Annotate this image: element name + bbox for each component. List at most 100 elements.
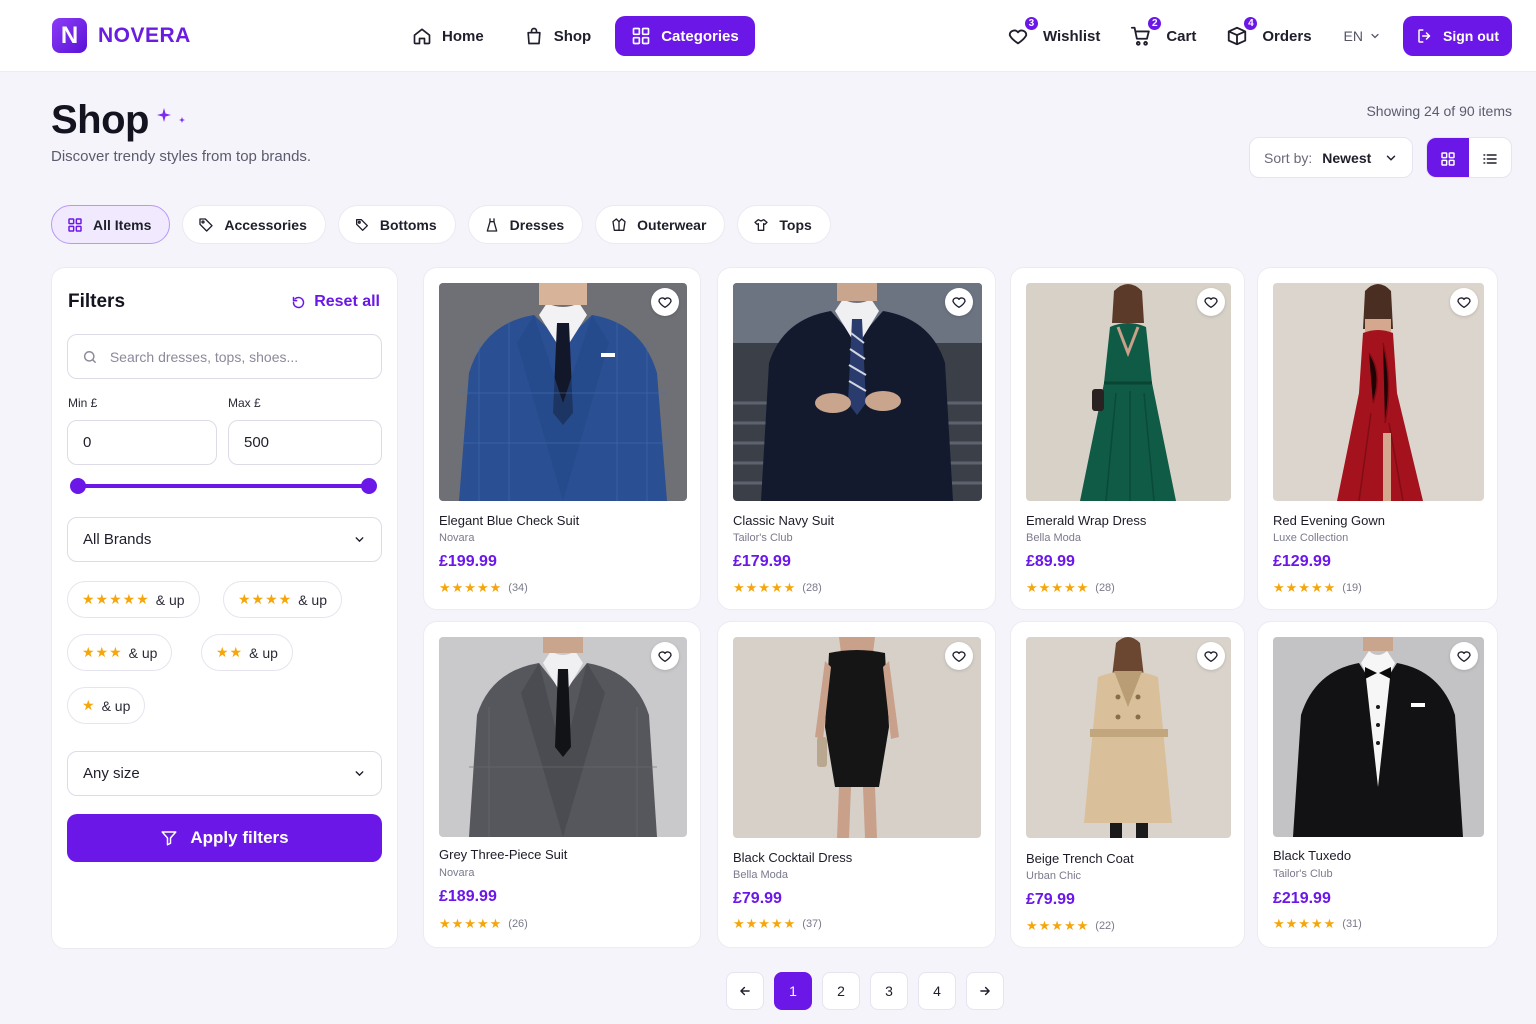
product-card[interactable]: Red Evening Gown Luxe Collection £129.99… — [1257, 267, 1498, 610]
heart-icon — [658, 297, 672, 308]
rating-stars: ★★★★ — [238, 591, 293, 607]
max-price-label: Max £ — [228, 396, 261, 410]
cart-count-badge: 2 — [1146, 15, 1164, 32]
product-rating: ★★★★★ (28) — [733, 580, 822, 596]
rating-filter-4[interactable]: ★★★★ & up — [223, 581, 343, 618]
max-price-input[interactable] — [228, 420, 382, 465]
category-dresses[interactable]: Dresses — [467, 205, 584, 244]
reset-all-button[interactable]: Reset all — [291, 293, 380, 311]
apply-filters-label: Apply filters — [190, 828, 289, 847]
product-card[interactable]: Black Tuxedo Tailor's Club £219.99 ★★★★★… — [1257, 621, 1498, 948]
product-card[interactable]: Beige Trench Coat Urban Chic £79.99 ★★★★… — [1010, 621, 1245, 948]
product-card[interactable]: Black Cocktail Dress Bella Moda £79.99 ★… — [717, 621, 996, 948]
product-rating: ★★★★★ (28) — [1026, 580, 1115, 596]
user-nav: 3 Wishlist 2 Cart 4 Orders EN Sign out — [997, 15, 1512, 56]
product-card[interactable]: Grey Three-Piece Suit Novara £189.99 ★★★… — [423, 621, 701, 948]
nav-categories[interactable]: Categories — [615, 16, 755, 56]
product-rating: ★★★★★ (19) — [1273, 580, 1362, 596]
category-all-items[interactable]: All Items — [51, 205, 171, 244]
nav-home[interactable]: Home — [396, 16, 500, 56]
rating-label: & up — [128, 644, 158, 661]
product-card[interactable]: Emerald Wrap Dress Bella Moda £89.99 ★★★… — [1010, 267, 1245, 610]
filter-icon — [161, 831, 177, 846]
heart-icon — [1457, 297, 1471, 308]
rating-stars: ★★★★★ — [82, 591, 150, 607]
nav-shop[interactable]: Shop — [508, 16, 608, 56]
product-rating: ★★★★★ (22) — [1026, 918, 1115, 934]
category-label: Accessories — [224, 216, 307, 233]
filters-title: Filters — [68, 291, 126, 312]
heart-icon — [1204, 651, 1218, 662]
red-gown-image — [1273, 283, 1484, 501]
page-button-2[interactable]: 2 — [822, 972, 860, 1010]
price-range-min-thumb[interactable] — [70, 478, 86, 494]
price-range-max-thumb[interactable] — [361, 478, 377, 494]
page-button-4[interactable]: 4 — [918, 972, 956, 1010]
home-icon — [413, 28, 431, 45]
dress-icon — [486, 217, 497, 232]
rating-label: & up — [249, 644, 278, 661]
page-button-3[interactable]: 3 — [870, 972, 908, 1010]
category-accessories[interactable]: Accessories — [182, 205, 326, 244]
apply-filters-button[interactable]: Apply filters — [67, 814, 382, 862]
rating-filter-1[interactable]: ★ & up — [67, 687, 146, 724]
product-card[interactable]: Elegant Blue Check Suit Novara £199.99 ★… — [423, 267, 701, 610]
tag-outline-icon — [355, 218, 368, 231]
orders-link[interactable]: 4 Orders — [1216, 15, 1321, 56]
previous-page-button[interactable] — [726, 972, 764, 1010]
wishlist-toggle[interactable] — [1197, 642, 1225, 670]
tag-icon — [199, 217, 214, 232]
product-card[interactable]: Classic Navy Suit Tailor's Club £179.99 … — [717, 267, 996, 610]
wishlist-toggle[interactable] — [945, 642, 973, 670]
product-price: £179.99 — [733, 553, 791, 570]
wishlist-label: Wishlist — [1042, 27, 1101, 45]
wishlist-toggle[interactable] — [1197, 288, 1225, 316]
review-count: (26) — [508, 918, 528, 930]
heart-icon — [658, 651, 672, 662]
wishlist-toggle[interactable] — [1450, 288, 1478, 316]
category-bottoms[interactable]: Bottoms — [337, 205, 456, 244]
brand-select[interactable]: All Brands — [67, 517, 382, 562]
next-page-button[interactable] — [966, 972, 1004, 1010]
rating-filter-2[interactable]: ★★ & up — [201, 634, 293, 671]
review-count: (28) — [802, 582, 822, 594]
product-name: Grey Three-Piece Suit — [439, 847, 568, 862]
language-selector[interactable]: EN — [1332, 28, 1393, 44]
wishlist-toggle[interactable] — [1450, 642, 1478, 670]
wishlist-link[interactable]: 3 Wishlist — [997, 15, 1110, 56]
sort-dropdown[interactable]: Sort by: Newest — [1249, 137, 1413, 178]
rating-stars: ★★★★★ — [1273, 580, 1337, 595]
rating-filter-5[interactable]: ★★★★★ & up — [67, 581, 200, 618]
cart-link[interactable]: 2 Cart — [1120, 15, 1206, 56]
rating-filter-3[interactable]: ★★★ & up — [67, 634, 173, 671]
list-view-button[interactable] — [1469, 138, 1511, 177]
search-input[interactable] — [109, 348, 367, 365]
rating-stars: ★★★★★ — [733, 916, 797, 931]
rating-stars: ★★★★★ — [733, 580, 797, 595]
grid-view-button[interactable] — [1427, 138, 1469, 177]
category-outerwear[interactable]: Outerwear — [595, 205, 726, 244]
review-count: (34) — [508, 582, 528, 594]
reset-icon — [292, 296, 305, 308]
wishlist-toggle[interactable] — [651, 288, 679, 316]
rating-stars: ★ — [82, 697, 96, 713]
page-button-1[interactable]: 1 — [774, 972, 812, 1010]
product-price: £199.99 — [439, 553, 497, 570]
product-rating: ★★★★★ (34) — [439, 580, 528, 596]
category-tops[interactable]: Tops — [737, 205, 831, 244]
brand[interactable]: N NOVERA — [52, 18, 191, 53]
size-select-value: Any size — [83, 765, 140, 782]
chevron-down-icon — [355, 537, 364, 543]
filter-search-field[interactable] — [67, 334, 382, 379]
min-price-input[interactable] — [67, 420, 217, 465]
brand-logo: N — [52, 18, 87, 53]
emerald-dress-image — [1026, 283, 1231, 501]
wishlist-toggle[interactable] — [945, 288, 973, 316]
sign-out-button[interactable]: Sign out — [1403, 16, 1512, 56]
brand-select-value: All Brands — [83, 531, 152, 548]
wishlist-toggle[interactable] — [651, 642, 679, 670]
rating-stars: ★★★★★ — [1273, 916, 1337, 931]
list-icon — [1483, 153, 1497, 164]
size-select[interactable]: Any size — [67, 751, 382, 796]
review-count: (28) — [1095, 582, 1115, 594]
